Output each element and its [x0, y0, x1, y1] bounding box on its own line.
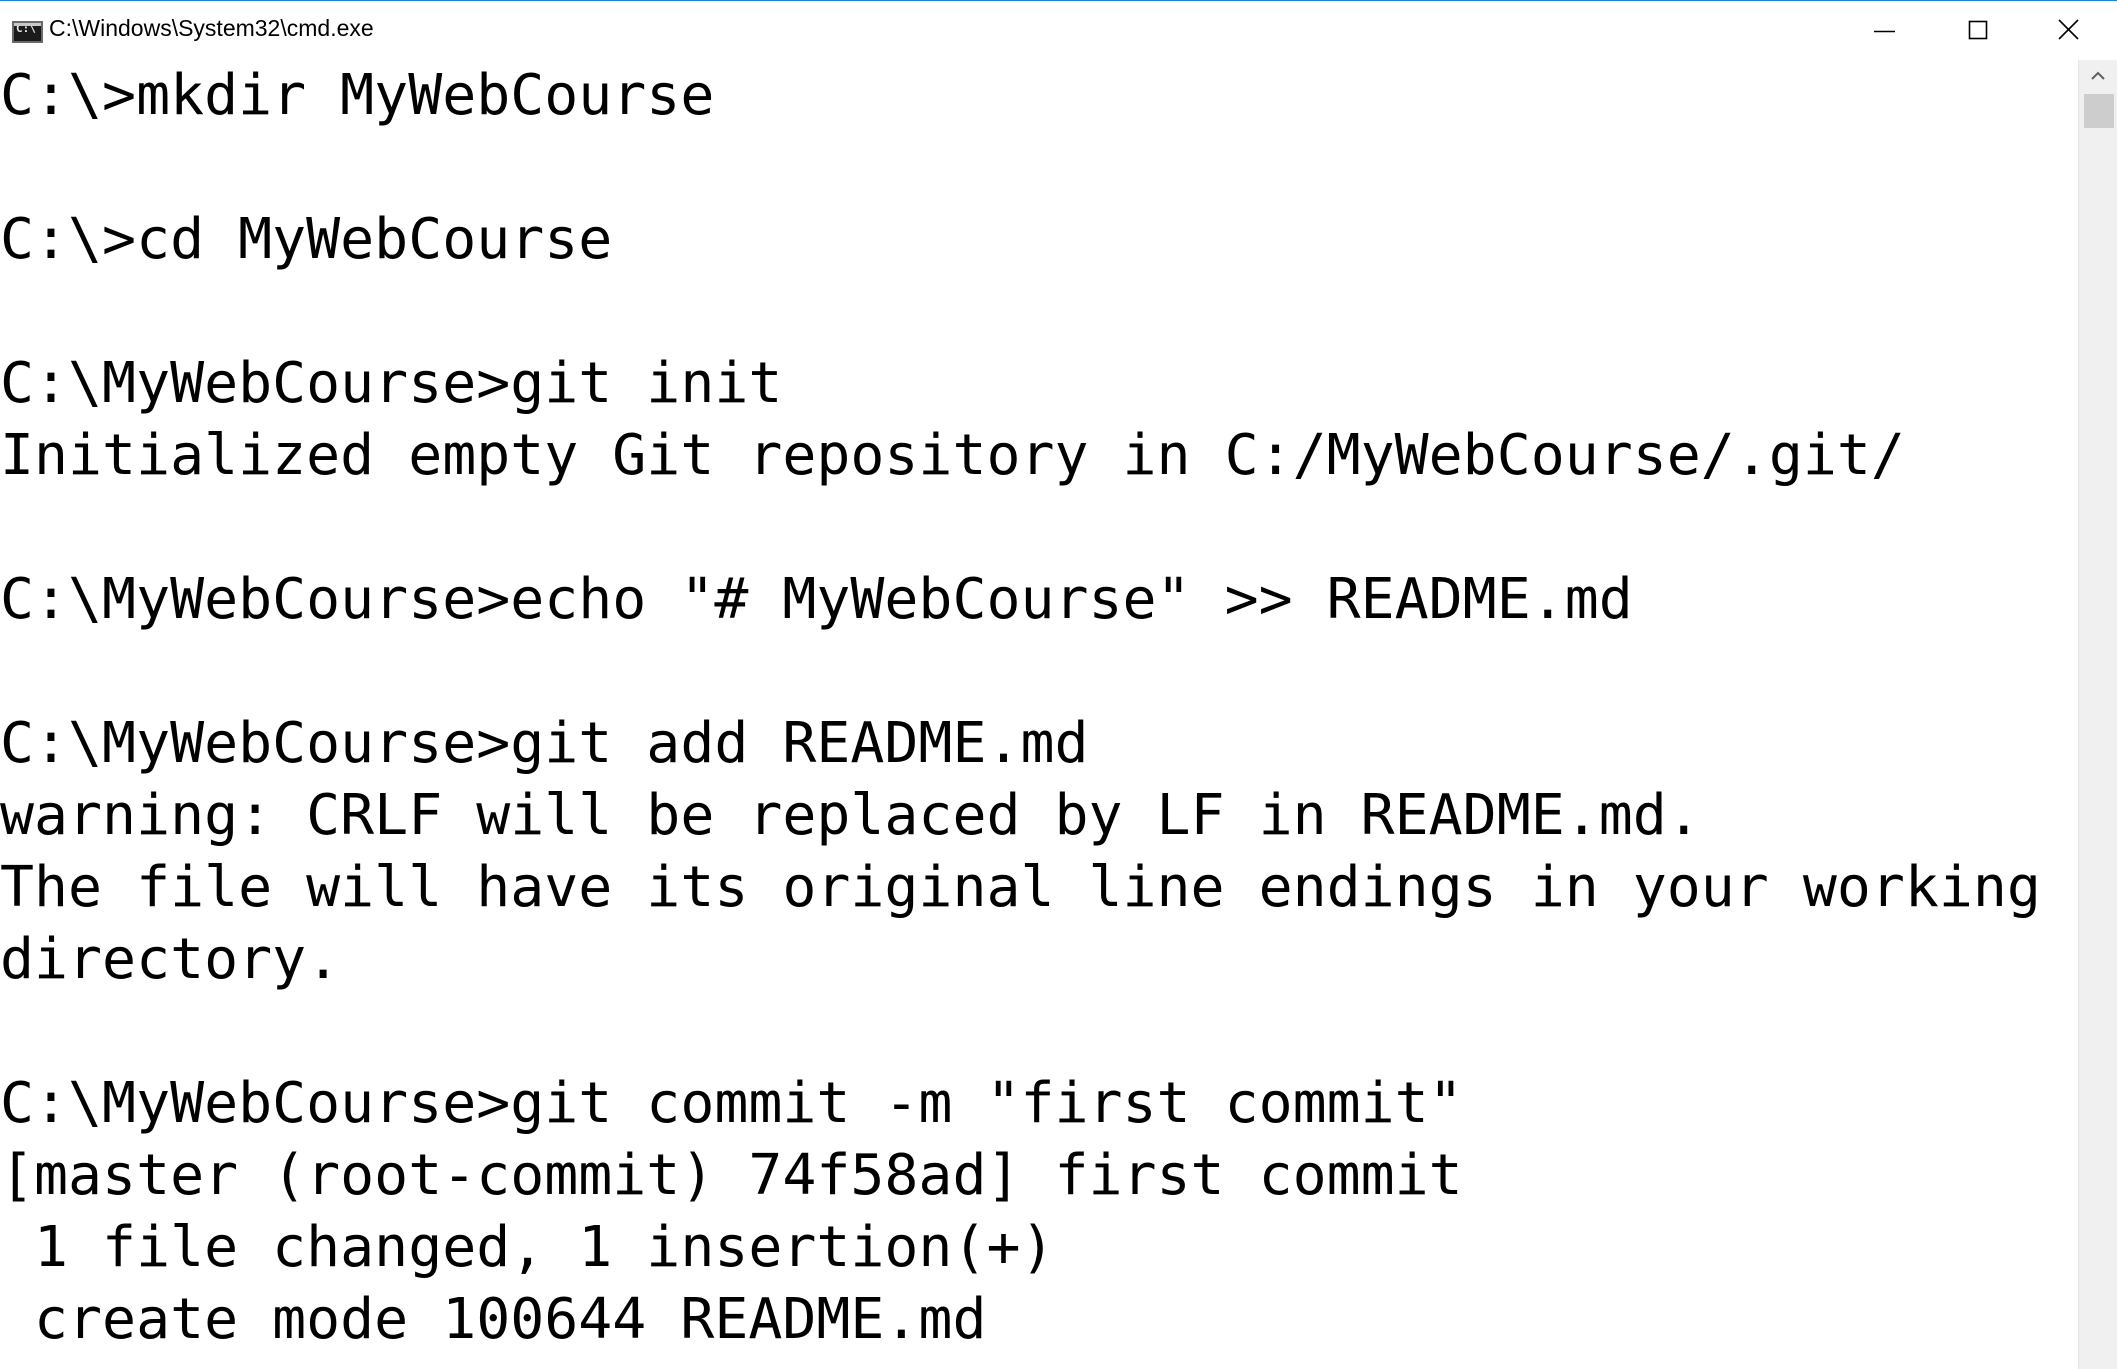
console-line: C:\MyWebCourse>git add README.md — [0, 711, 1089, 776]
console-line: Initialized empty Git repository in C:/M… — [0, 423, 1905, 488]
minimize-button[interactable] — [1839, 1, 1931, 60]
cmd-console-icon[interactable]: C:\ — [12, 21, 43, 43]
console-line: C:\MyWebCourse>git commit -m "first comm… — [0, 1071, 1463, 1136]
console-line: C:\MyWebCourse>git init — [0, 351, 783, 416]
close-button[interactable] — [2023, 1, 2115, 60]
maximize-icon — [1968, 20, 1988, 40]
console-line: create mode 100644 README.md — [0, 1287, 987, 1352]
scrollbar-thumb[interactable] — [2084, 94, 2114, 128]
console-line: C:\MyWebCourse>echo "# MyWebCourse" >> R… — [0, 567, 1633, 632]
cmd-window: C:\ C:\Windows\System32\cmd.exe C:\>mkdi… — [0, 0, 2117, 1369]
console-line: C:\>mkdir MyWebCourse — [0, 63, 715, 128]
console-text-area[interactable]: C:\>mkdir MyWebCourse C:\>cd MyWebCourse C… — [0, 60, 2078, 1356]
console-line: [master (root-commit) 74f58ad] first com… — [0, 1143, 1463, 1208]
chevron-up-icon — [2091, 71, 2105, 80]
window-title: C:\Windows\System32\cmd.exe — [49, 15, 374, 41]
close-icon — [2058, 19, 2079, 40]
maximize-button[interactable] — [1931, 1, 2023, 60]
minimize-icon — [1874, 30, 1895, 33]
console-output[interactable]: C:\>mkdir MyWebCourse C:\>cd MyWebCourse C… — [0, 60, 2078, 1369]
vertical-scrollbar[interactable] — [2078, 60, 2117, 1369]
title-bar[interactable]: C:\ C:\Windows\System32\cmd.exe — [0, 1, 2117, 60]
console-line: directory. — [0, 927, 341, 992]
console-line: 1 file changed, 1 insertion(+) — [0, 1215, 1055, 1280]
console-line: warning: CRLF will be replaced by LF in … — [0, 783, 1701, 848]
scroll-up-button[interactable] — [2079, 60, 2117, 90]
console-line: C:\>cd MyWebCourse — [0, 207, 613, 272]
console-line: The file will have its original line end… — [0, 855, 2041, 920]
